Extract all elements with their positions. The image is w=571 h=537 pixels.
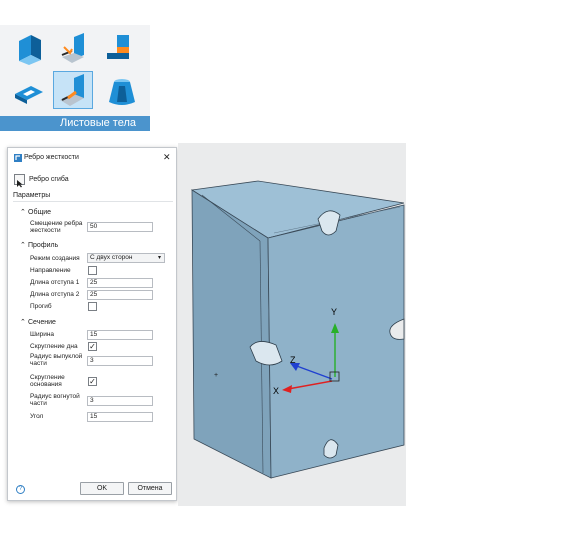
chevron-up-icon: ⌃ (20, 319, 26, 326)
axis-y-label: Y (331, 307, 337, 317)
concave-radius-label: Радиус вогнутой части (30, 393, 80, 407)
help-icon[interactable]: ? (16, 485, 25, 494)
axis-z-label: Z (290, 355, 296, 365)
sheet-body-button[interactable] (10, 30, 50, 68)
ribbon-group-label: Листовые тела (0, 116, 150, 131)
stiffening-rib-button[interactable] (53, 71, 93, 109)
sheet-metal-part[interactable]: + Y Z X (178, 143, 406, 506)
part-front-face (267, 204, 405, 479)
offset2-field[interactable]: 25 (87, 290, 153, 300)
flange-icon (15, 86, 43, 104)
deflection-label: Прогиб (30, 303, 52, 310)
dialog-title: Ребро жесткости (24, 154, 79, 161)
section-profile-title: Профиль (28, 242, 59, 249)
ok-button[interactable]: OK (80, 482, 124, 495)
target-label: Ребро сгиба (29, 176, 69, 183)
round-base-checkbox[interactable]: ✓ (88, 377, 97, 386)
flange-button[interactable] (10, 73, 50, 111)
select-edge-button[interactable] (14, 174, 25, 188)
params-label: Параметры (13, 192, 51, 199)
round-bottom-label: Скругление дна (30, 343, 78, 350)
joggle-icon (107, 35, 129, 59)
round-base-label: Скругление основания (30, 374, 65, 388)
lofted-flange-button[interactable] (102, 73, 142, 111)
direction-checkbox[interactable] (88, 266, 97, 275)
round-bottom-checkbox[interactable]: ✓ (88, 342, 97, 351)
angle-field[interactable]: 15 (87, 412, 153, 422)
cancel-button[interactable]: Отмена (128, 482, 172, 495)
offset-label: Смещение ребра жесткости (30, 220, 83, 234)
deflection-checkbox[interactable] (88, 302, 97, 311)
divider (13, 201, 173, 202)
3d-viewport[interactable]: + Y Z X (178, 143, 406, 506)
mode-label: Режим создания (30, 255, 80, 262)
close-icon[interactable]: ✕ (163, 152, 171, 163)
section-general-header[interactable]: ⌃ Общие (20, 208, 51, 216)
angle-label: Угол (30, 413, 44, 420)
chevron-down-icon: ▾ (157, 255, 161, 261)
concave-radius-field[interactable]: 3 (87, 396, 153, 406)
direction-label: Направление (30, 267, 71, 274)
stiffening-rib-dialog: Ребро жесткости ✕ Ребро сгиба Параметры … (7, 147, 177, 501)
offset1-label: Длина отступа 1 (30, 279, 80, 286)
dialog-app-icon (14, 154, 22, 162)
joggle-button[interactable] (102, 30, 142, 68)
section-profile-header[interactable]: ⌃ Профиль (20, 241, 58, 249)
width-field[interactable]: 15 (87, 330, 153, 340)
part-left-wall (191, 189, 272, 479)
mode-select-value: С двух сторон (90, 254, 133, 261)
chevron-up-icon: ⌃ (20, 209, 26, 216)
mode-select[interactable]: С двух сторон ▾ (87, 253, 165, 263)
ribbon-group-sheet-bodies: Листовые тела (0, 25, 150, 131)
offset2-label: Длина отступа 2 (30, 291, 80, 298)
offset1-field[interactable]: 25 (87, 278, 153, 288)
section-cross-header[interactable]: ⌃ Сечение (20, 318, 56, 326)
lofted-flange-icon (109, 79, 135, 105)
convex-radius-label: Радиус выпуклой части (30, 353, 83, 367)
cursor-icon (17, 180, 23, 188)
axis-x-label: X (273, 386, 279, 396)
section-general-title: Общие (28, 209, 52, 216)
bend-button[interactable] (55, 30, 95, 68)
bend-icon (61, 33, 84, 63)
section-cross-title: Сечение (28, 319, 56, 326)
svg-text:+: + (214, 372, 218, 379)
offset-field[interactable]: 50 (87, 222, 153, 232)
stiffening-rib-icon (60, 74, 84, 106)
chevron-up-icon: ⌃ (20, 242, 26, 249)
convex-radius-field[interactable]: 3 (87, 356, 153, 366)
sheet-body-icon (19, 35, 41, 65)
width-label: Ширина (30, 331, 55, 338)
